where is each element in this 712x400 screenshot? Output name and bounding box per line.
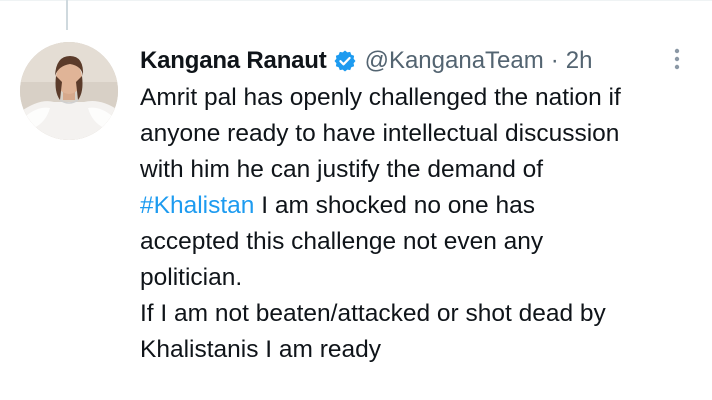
tweet-text-line: anyone ready to have intellectual discus… — [140, 120, 620, 147]
tweet-text-line: with him he can justify the demand of — [140, 156, 544, 183]
tweet-text-line: Khalistanis I am ready — [140, 336, 382, 363]
tweet-text: Amrit pal has openly challenged the nati… — [140, 80, 700, 368]
avatar-image — [20, 42, 118, 140]
author-name[interactable]: Kangana Ranaut — [140, 47, 327, 75]
header-separator: · — [550, 47, 559, 74]
more-options-icon[interactable] — [668, 46, 686, 72]
author-handle[interactable]: @KanganaTeam — [365, 47, 544, 75]
tweet-timestamp[interactable]: 2h — [566, 47, 593, 75]
tweet-text-line-with-hashtag: #Khalistan I am shocked no one has — [140, 188, 700, 224]
tweet-text-line: Amrit pal has openly challenged the nati… — [140, 84, 621, 111]
tweet-text-line: accepted this challenge not even any — [140, 228, 544, 255]
thread-connector-line — [66, 0, 68, 30]
tweet-header: Kangana Ranaut @KanganaTeam · 2h — [140, 47, 592, 75]
top-divider — [0, 0, 712, 1]
avatar[interactable] — [20, 42, 118, 140]
verified-badge-icon — [333, 49, 357, 73]
tweet-text-fragment: I am shocked no one has — [254, 192, 535, 219]
tweet-text-line: If I am not beaten/attacked or shot dead… — [140, 300, 606, 327]
hashtag-link[interactable]: #Khalistan — [140, 192, 254, 219]
tweet-text-line: politician. — [140, 264, 243, 291]
